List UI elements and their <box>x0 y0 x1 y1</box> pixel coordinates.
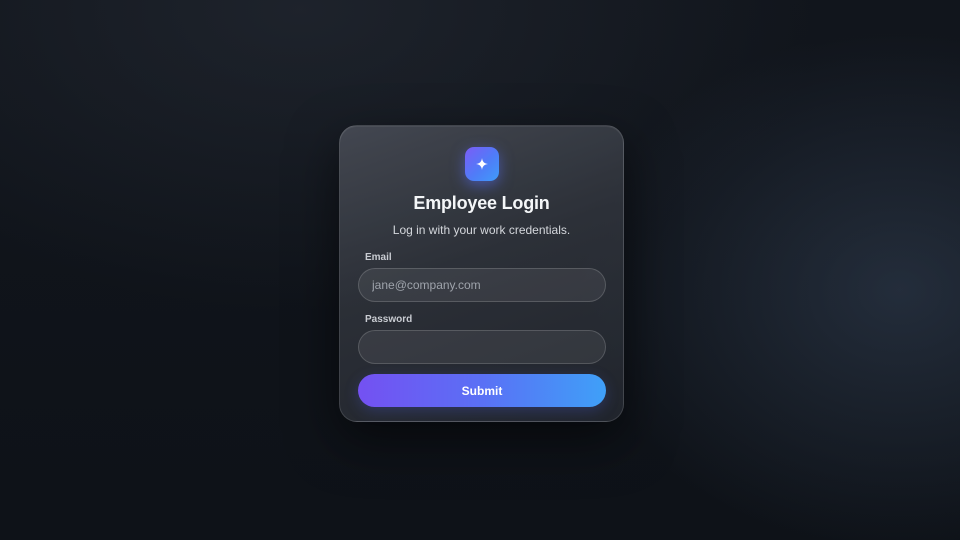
password-label: Password <box>365 314 413 325</box>
password-field[interactable] <box>358 330 606 364</box>
login-card: Employee Login Log in with your work cre… <box>339 125 624 422</box>
sparkle-icon <box>465 147 499 181</box>
login-page: Employee Login Log in with your work cre… <box>0 0 960 540</box>
page-title: Employee Login <box>413 193 550 213</box>
page-subtitle: Log in with your work credentials. <box>392 223 571 237</box>
submit-button[interactable]: Submit <box>358 374 606 407</box>
email-label: Email <box>365 252 392 263</box>
email-field[interactable] <box>358 268 606 302</box>
